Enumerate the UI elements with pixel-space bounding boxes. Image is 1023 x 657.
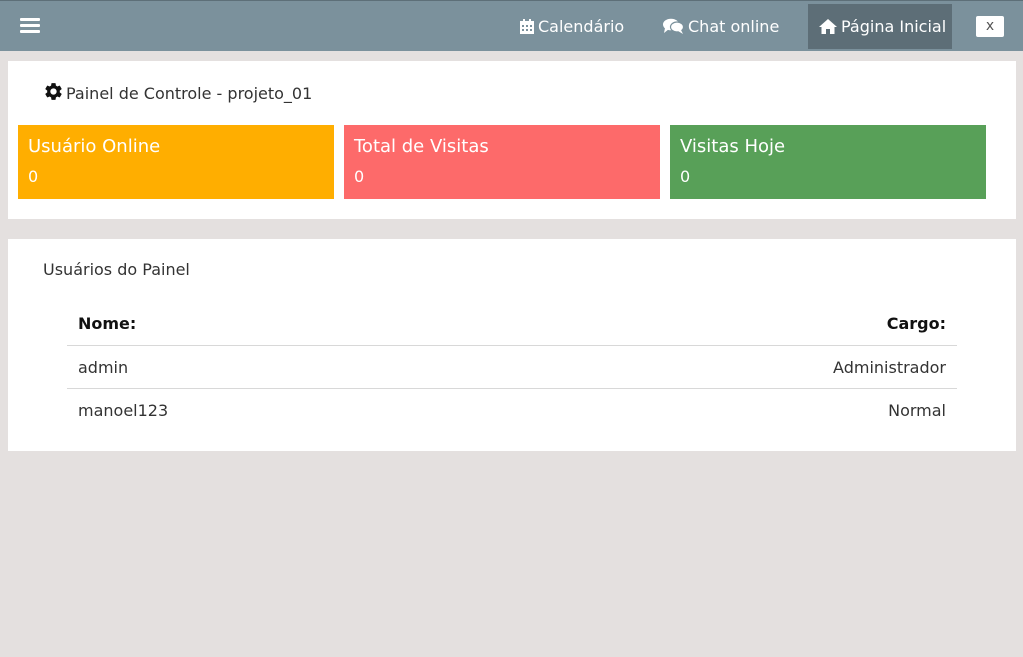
user-name: admin: [78, 358, 129, 377]
nav-chat-label: Chat online: [688, 17, 780, 36]
stat-label: Total de Visitas: [354, 136, 489, 157]
column-header-cargo: Cargo:: [886, 314, 946, 333]
stat-value: 0: [354, 167, 365, 186]
home-icon: [819, 19, 837, 34]
stat-total-visitas: Total de Visitas 0: [344, 125, 660, 199]
nav-calendario[interactable]: Calendário: [508, 4, 636, 49]
dashboard-panel: Painel de Controle - projeto_01 Usuário …: [8, 61, 1016, 219]
users-panel-title: Usuários do Painel: [43, 260, 190, 279]
stat-visitas-hoje: Visitas Hoje 0: [670, 125, 986, 199]
gear-icon: [45, 83, 62, 100]
stat-label: Visitas Hoje: [680, 136, 786, 157]
nav-chat-online[interactable]: Chat online: [651, 4, 791, 49]
calendar-icon: [520, 19, 534, 34]
table-row: admin Administrador: [67, 345, 957, 388]
dashboard-title-text: Painel de Controle - projeto_01: [66, 84, 313, 103]
stat-value: 0: [680, 167, 691, 186]
stat-value: 0: [28, 167, 39, 186]
nav-calendario-label: Calendário: [538, 17, 625, 36]
table-row: manoel123 Normal: [67, 388, 957, 431]
user-name: manoel123: [78, 401, 169, 420]
hamburger-menu-icon[interactable]: [20, 18, 40, 34]
comments-icon: [663, 18, 685, 34]
users-table: Nome: Cargo: admin Administrador manoel1…: [67, 302, 957, 431]
nav-pagina-inicial-label: Página Inicial: [841, 17, 947, 36]
stat-label: Usuário Online: [28, 136, 161, 157]
stat-usuario-online: Usuário Online 0: [18, 125, 334, 199]
column-header-nome: Nome:: [78, 314, 137, 333]
close-button[interactable]: x: [976, 16, 1004, 37]
user-role: Administrador: [833, 358, 946, 377]
user-role: Normal: [888, 401, 946, 420]
nav-pagina-inicial[interactable]: Página Inicial: [808, 4, 952, 49]
top-navbar: Calendário Chat online Página Inicial x: [0, 0, 1023, 51]
users-panel: Usuários do Painel Nome: Cargo: admin Ad…: [8, 239, 1016, 451]
dashboard-title: Painel de Controle - projeto_01: [43, 81, 312, 103]
users-table-header: Nome: Cargo:: [67, 302, 957, 345]
